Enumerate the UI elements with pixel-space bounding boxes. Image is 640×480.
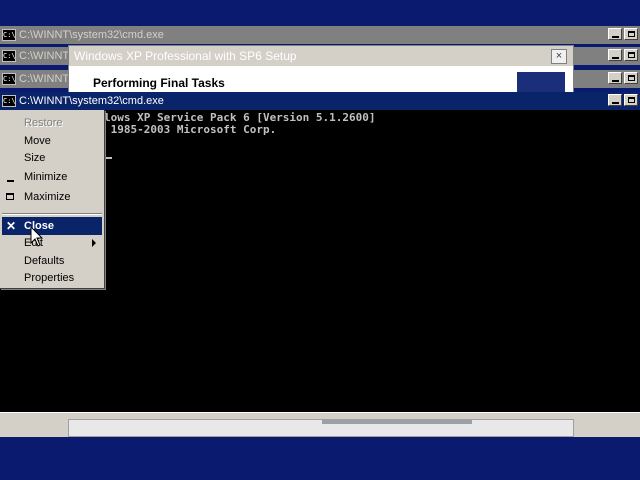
maximize-button[interactable] [624, 72, 638, 84]
system-menu: Restore Move Size Minimize Maximize ✕ Cl… [0, 110, 105, 289]
maximize-icon [627, 75, 635, 81]
text-cursor [106, 157, 112, 159]
submenu-arrow-icon [92, 239, 96, 247]
window-title: C:\WINNT\system32\cmd.exe [19, 95, 164, 107]
minimize-button[interactable] [608, 28, 622, 40]
menu-item-label: Properties [24, 272, 75, 284]
menu-item-label: Maximize [24, 191, 71, 203]
maximize-icon [6, 193, 14, 200]
menu-item-edit[interactable]: Edit [2, 234, 102, 252]
menu-item-close[interactable]: ✕ Close [2, 217, 102, 235]
active-window-titlebar[interactable]: C:\ C:\WINNT\system32\cmd.exe [0, 92, 640, 110]
menu-item-label: Move [24, 135, 51, 147]
menu-item-move[interactable]: Move [2, 132, 102, 150]
minimize-icon [611, 56, 619, 59]
minimize-button[interactable] [608, 72, 622, 84]
maximize-button[interactable] [624, 28, 638, 40]
minimize-icon [611, 79, 619, 82]
window-title: C:\WINNT [19, 73, 70, 85]
scroll-thumb[interactable] [322, 420, 472, 424]
close-icon: ✕ [6, 219, 17, 233]
cmd-icon[interactable]: C:\ [2, 95, 16, 107]
menu-item-defaults[interactable]: Defaults [2, 252, 102, 270]
maximize-icon [627, 31, 635, 37]
menu-item-label: Size [24, 152, 46, 164]
menu-item-minimize[interactable]: Minimize [2, 168, 102, 186]
maximize-button[interactable] [624, 49, 638, 61]
menu-item-restore[interactable]: Restore [2, 114, 102, 132]
menu-separator [2, 213, 102, 215]
menu-item-label: Defaults [24, 255, 65, 267]
setup-titlebar[interactable]: Windows XP Professional with SP6 Setup × [69, 46, 573, 66]
menu-item-properties[interactable]: Properties [2, 269, 102, 287]
background-window-titlebar[interactable]: C:\ C:\WINNT\system32\cmd.exe [0, 26, 640, 44]
setup-heading: Performing Final Tasks [93, 76, 225, 90]
minimize-button[interactable] [608, 94, 622, 106]
scroll-track[interactable] [68, 419, 574, 437]
setup-title: Windows XP Professional with SP6 Setup [74, 49, 297, 63]
console-text: lows XP Service Pack 6 [Version 5.1.2600… [104, 112, 376, 136]
minimize-button[interactable] [608, 49, 622, 61]
minimize-icon [611, 101, 619, 104]
maximize-icon [627, 97, 635, 103]
menu-item-label: Restore [24, 117, 63, 129]
maximize-button[interactable] [624, 94, 638, 106]
mouse-pointer-icon [30, 226, 44, 247]
cmd-icon: C:\ [2, 29, 16, 41]
menu-item-size[interactable]: Size [2, 149, 102, 167]
console-line: 1985-2003 Microsoft Corp. [104, 123, 277, 136]
menu-item-label: Minimize [24, 171, 68, 183]
menu-item-maximize[interactable]: Maximize [2, 188, 102, 206]
setup-window: Windows XP Professional with SP6 Setup ×… [68, 45, 574, 95]
cmd-icon: C:\ [2, 50, 16, 62]
cmd-icon: C:\ [2, 73, 16, 85]
maximize-icon [627, 52, 635, 58]
window-title: C:\WINNT\system32\cmd.exe [19, 29, 164, 41]
minimize-icon [611, 35, 619, 38]
close-button[interactable]: × [551, 49, 567, 64]
horizontal-scrollbar[interactable] [0, 412, 640, 437]
minimize-icon [7, 180, 14, 182]
